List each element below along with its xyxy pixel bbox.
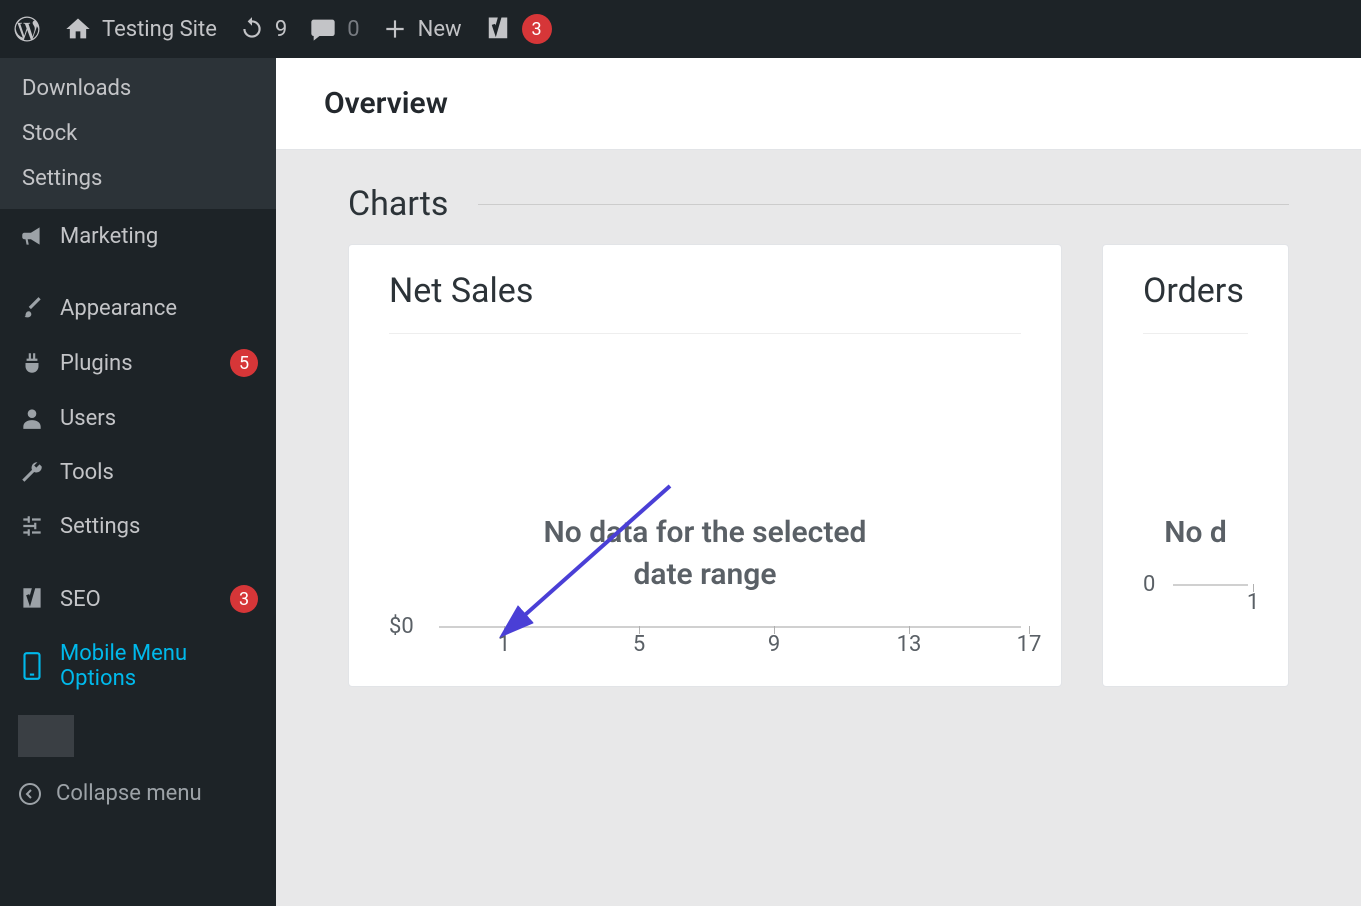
net-sales-card: Net Sales No data for the selected date … [348,244,1062,687]
sidebar-item-label: Plugins [60,351,216,376]
updates-count: 9 [275,17,287,42]
baseline [439,626,1021,628]
sidebar-item-mobile-menu[interactable]: Mobile Menu Options [0,627,276,705]
yoast-link[interactable]: 3 [484,14,552,44]
sidebar-item-label: SEO [60,587,216,612]
site-name: Testing Site [102,17,217,42]
megaphone-icon [18,223,46,249]
user-icon [18,405,46,431]
wrench-icon [18,459,46,485]
seo-badge: 3 [230,585,258,613]
sidebar-item-label: Tools [60,460,258,485]
home-link[interactable]: Testing Site [64,15,217,43]
comments-count: 0 [347,17,359,42]
sliders-icon [18,513,46,539]
page-title: Overview [276,58,1361,150]
sidebar-item-label: Marketing [60,224,258,249]
admin-sidebar: Downloads Stock Settings Marketing Appea… [0,58,276,906]
sidebar-item-plugins[interactable]: Plugins 5 [0,335,276,391]
submenu-downloads[interactable]: Downloads [0,66,276,111]
sidebar-item-label: Mobile Menu Options [60,641,258,691]
section-heading: Charts [276,150,1361,244]
yoast-icon [18,585,46,613]
orders-card: Orders No d 0 1 [1102,244,1289,687]
sidebar-item-label: Appearance [60,296,258,321]
no-data-message: No d [1143,342,1248,584]
new-label: New [418,17,462,42]
sales-axis: $0 1 5 9 13 17 [389,626,1021,686]
comment-icon [309,15,337,43]
tick: 13 [897,632,922,657]
updates-link[interactable]: 9 [239,16,287,42]
sidebar-item-marketing[interactable]: Marketing [0,209,276,263]
sidebar-item-settings[interactable]: Settings [0,499,276,553]
wp-logo[interactable] [12,14,42,44]
card-title: Orders [1143,271,1248,334]
tick: 1 [498,632,510,657]
home-icon [64,15,92,43]
sidebar-placeholder [18,715,74,757]
sidebar-item-users[interactable]: Users [0,391,276,445]
no-data-message: No data for the selected date range [389,342,1021,626]
mobile-icon [18,651,46,681]
section-title: Charts [348,184,448,224]
sidebar-top-submenu: Downloads Stock Settings [0,58,276,209]
comments-link[interactable]: 0 [309,15,359,43]
yoast-badge: 3 [522,14,552,44]
submenu-settings[interactable]: Settings [0,156,276,201]
orders-ylabel: 0 [1143,572,1155,597]
plugins-badge: 5 [230,349,258,377]
admin-bar: Testing Site 9 0 New 3 [0,0,1361,58]
sidebar-item-appearance[interactable]: Appearance [0,281,276,335]
yoast-icon [484,14,512,44]
main-content: Overview Charts Net Sales No data for th… [276,58,1361,906]
plugin-icon [18,350,46,376]
tick: 5 [633,632,645,657]
plus-icon [382,16,408,42]
sidebar-item-seo[interactable]: SEO 3 [0,571,276,627]
new-content-link[interactable]: New [382,16,462,42]
brush-icon [18,295,46,321]
baseline [1173,584,1248,586]
card-title: Net Sales [389,271,1021,334]
divider [478,204,1289,205]
wordpress-icon [12,14,42,44]
submenu-stock[interactable]: Stock [0,111,276,156]
sidebar-item-tools[interactable]: Tools [0,445,276,499]
sidebar-item-label: Users [60,406,258,431]
orders-axis: 0 1 [1143,584,1248,644]
collapse-icon [18,782,42,806]
sidebar-item-label: Settings [60,514,258,539]
sales-ylabel: $0 [389,614,414,639]
collapse-label: Collapse menu [56,781,202,806]
tick: 17 [1017,632,1042,657]
tick: 1 [1247,590,1259,615]
collapse-menu[interactable]: Collapse menu [0,767,276,820]
updates-icon [239,16,265,42]
tick: 9 [768,632,780,657]
